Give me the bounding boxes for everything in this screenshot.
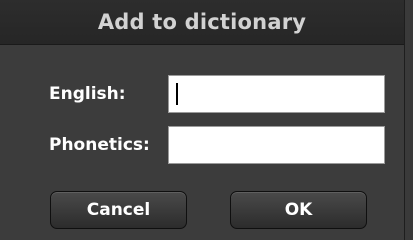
dialog-title-bar: Add to dictionary	[0, 0, 404, 45]
text-caret	[176, 83, 178, 105]
phonetics-field[interactable]	[168, 126, 385, 164]
add-to-dictionary-dialog: Add to dictionary English: Phonetics: Ca…	[0, 0, 405, 240]
english-field[interactable]	[168, 75, 385, 113]
english-label: English:	[49, 84, 126, 104]
ok-button[interactable]: OK	[230, 191, 367, 229]
dialog-title: Add to dictionary	[97, 10, 307, 34]
cancel-button[interactable]: Cancel	[50, 191, 187, 229]
phonetics-label: Phonetics:	[49, 135, 150, 155]
